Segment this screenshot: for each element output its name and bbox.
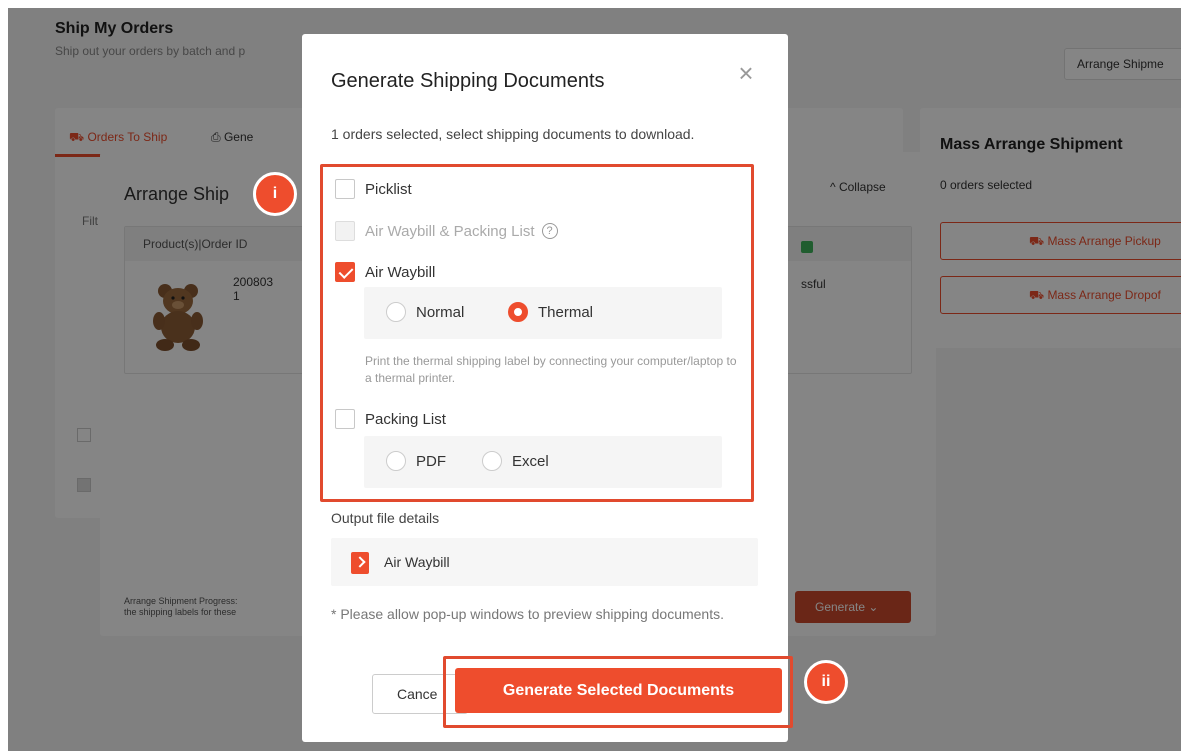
generate-selected-documents-button[interactable]: Generate Selected Documents [455, 668, 782, 713]
air-waybill-checkbox[interactable] [335, 262, 355, 282]
app-page: Ship My Orders Ship out your orders by b… [8, 8, 1181, 751]
airway-packing-checkbox [335, 221, 355, 241]
close-icon[interactable]: × [734, 60, 758, 86]
air-waybill-option[interactable]: Air Waybill [335, 261, 435, 283]
annotation-marker-i: i [253, 172, 297, 216]
airway-packing-option: Air Waybill & Packing List ? [335, 220, 558, 242]
thermal-hint: Print the thermal shipping label by conn… [365, 354, 737, 385]
output-file-row: Air Waybill [331, 538, 758, 586]
thermal-label: Thermal [538, 303, 594, 321]
picklist-checkbox[interactable] [335, 179, 355, 199]
pdf-label: PDF [416, 452, 446, 470]
thermal-radio[interactable] [508, 302, 528, 322]
output-file-label: Output file details [331, 510, 440, 526]
pdf-file-icon [351, 552, 369, 574]
pdf-radio[interactable] [386, 451, 406, 471]
normal-label: Normal [416, 303, 465, 321]
packing-list-label: Packing List [365, 410, 446, 428]
air-waybill-label: Air Waybill [365, 263, 436, 281]
output-file-name: Air Waybill [384, 554, 450, 570]
excel-radio[interactable] [482, 451, 502, 471]
airway-packing-label: Air Waybill & Packing List [365, 222, 535, 240]
air-waybill-format-panel: Normal Thermal [364, 287, 722, 339]
picklist-label: Picklist [365, 180, 412, 198]
format-normal-option[interactable]: Normal [386, 302, 464, 322]
dialog-title: Generate Shipping Documents [331, 70, 605, 92]
packing-list-format-panel: PDF Excel [364, 436, 722, 488]
normal-radio[interactable] [386, 302, 406, 322]
dialog-description: 1 orders selected, select shipping docum… [331, 126, 695, 142]
packing-list-checkbox[interactable] [335, 409, 355, 429]
packing-list-option[interactable]: Packing List [335, 408, 446, 430]
annotation-marker-ii: ii [804, 660, 848, 704]
format-excel-option[interactable]: Excel [482, 451, 549, 471]
excel-label: Excel [512, 452, 549, 470]
picklist-option[interactable]: Picklist [335, 178, 412, 200]
format-thermal-option[interactable]: Thermal [508, 302, 593, 322]
popup-note: * Please allow pop-up windows to preview… [331, 606, 724, 622]
help-icon[interactable]: ? [541, 223, 558, 239]
format-pdf-option[interactable]: PDF [386, 451, 446, 471]
generate-shipping-documents-dialog: Generate Shipping Documents × 1 orders s… [302, 34, 793, 742]
